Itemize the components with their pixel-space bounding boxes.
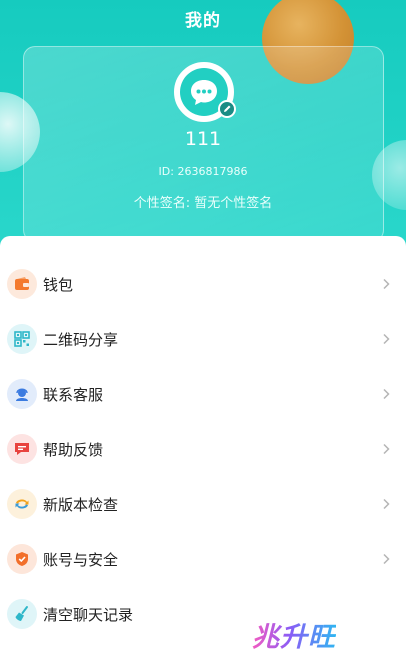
chevron-right-icon bbox=[383, 388, 390, 400]
update-icon bbox=[7, 489, 37, 519]
menu-item-label: 联系客服 bbox=[43, 385, 104, 404]
chevron-right-icon bbox=[383, 443, 390, 455]
watermark-logo: 兆升旺 bbox=[252, 614, 336, 654]
qr-code-icon bbox=[7, 324, 37, 354]
menu-item-label: 帮助反馈 bbox=[43, 440, 104, 459]
feedback-icon bbox=[7, 434, 37, 464]
menu-item-label: 清空聊天记录 bbox=[43, 605, 134, 624]
menu-item-account-security[interactable]: 账号与安全 bbox=[0, 533, 406, 585]
user-nickname: 111 bbox=[184, 128, 222, 150]
wallet-icon bbox=[7, 269, 37, 299]
settings-menu: 钱包 二维码分享 联系客服 帮助反馈 新版本检查 账号与安全 清空聊天记录 bbox=[0, 236, 406, 661]
user-id: ID: 2636817986 bbox=[158, 165, 248, 178]
menu-item-label: 账号与安全 bbox=[43, 550, 119, 569]
page-title: 我的 bbox=[185, 11, 221, 31]
menu-item-version-check[interactable]: 新版本检查 bbox=[0, 478, 406, 530]
broom-icon bbox=[7, 599, 37, 629]
menu-item-customer-service[interactable]: 联系客服 bbox=[0, 368, 406, 420]
chevron-right-icon bbox=[383, 333, 390, 345]
customer-service-icon bbox=[7, 379, 37, 409]
chevron-right-icon bbox=[383, 278, 390, 290]
user-signature[interactable]: 个性签名: 暂无个性签名 bbox=[0, 192, 406, 211]
menu-item-clear-chat-history[interactable]: 清空聊天记录 bbox=[0, 588, 406, 640]
chevron-right-icon bbox=[383, 498, 390, 510]
menu-item-label: 新版本检查 bbox=[43, 495, 119, 514]
menu-item-help-feedback[interactable]: 帮助反馈 bbox=[0, 423, 406, 475]
chevron-right-icon bbox=[383, 553, 390, 565]
watermark-text: 兆升旺 bbox=[252, 615, 336, 654]
menu-item-label: 钱包 bbox=[43, 275, 74, 294]
pencil-icon[interactable] bbox=[218, 100, 236, 118]
menu-item-label: 二维码分享 bbox=[43, 330, 119, 349]
shield-icon bbox=[7, 544, 37, 574]
profile-header: 我的 111 ID: 2636817986 个性签名: 暂无个性签名 bbox=[0, 0, 406, 250]
menu-item-wallet[interactable]: 钱包 bbox=[0, 258, 406, 310]
menu-item-qr-share[interactable]: 二维码分享 bbox=[0, 313, 406, 365]
